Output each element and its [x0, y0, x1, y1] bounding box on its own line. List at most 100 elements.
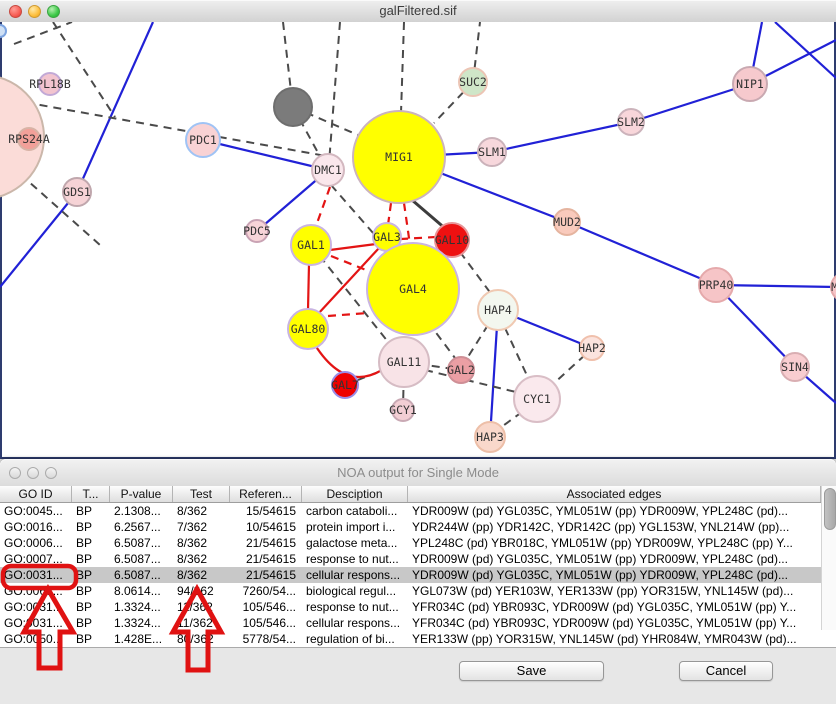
table-cell[interactable]: response to nut... [302, 599, 408, 615]
table-cell[interactable]: biological regul... [302, 583, 408, 599]
table-cell[interactable]: GO:0065... [0, 583, 72, 599]
table-cell[interactable]: 105/546... [230, 599, 302, 615]
table-cell[interactable]: 1.3324... [110, 615, 173, 631]
table-cell[interactable]: BP [72, 615, 110, 631]
table-row[interactable]: GO:0031...BP1.3324...11/362105/546...res… [0, 599, 836, 615]
table-row[interactable]: GO:0031...BP1.3324...11/362105/546...cel… [0, 615, 836, 631]
table-cell[interactable]: 80/362 [173, 631, 230, 647]
column-header-go-id[interactable]: GO ID [0, 486, 72, 502]
table-cell[interactable]: 21/54615 [230, 551, 302, 567]
table-cell[interactable]: BP [72, 567, 110, 583]
noa-output-window: NOA output for Single Mode GO IDT...P-va… [0, 459, 836, 704]
table-cell[interactable]: GO:0050... [0, 631, 72, 647]
table-cell[interactable]: response to nut... [302, 551, 408, 567]
table-cell[interactable]: BP [72, 503, 110, 519]
node-label-GCY1: GCY1 [389, 403, 417, 417]
table-cell[interactable]: 8.0614... [110, 583, 173, 599]
save-button[interactable]: Save [459, 661, 604, 681]
table-cell[interactable]: GO:0006... [0, 535, 72, 551]
table-cell[interactable]: 8/362 [173, 567, 230, 583]
table-cell[interactable]: 1.428E... [110, 631, 173, 647]
noa-window-title: NOA output for Single Mode [0, 459, 836, 486]
network-edge [775, 22, 836, 78]
table-cell[interactable]: BP [72, 535, 110, 551]
table-cell[interactable]: 7260/54... [230, 583, 302, 599]
table-cell[interactable]: YFR034C (pd) YBR093C, YDR009W (pd) YGL03… [408, 615, 821, 631]
node-label-MUD2: MUD2 [553, 215, 581, 229]
table-cell[interactable]: 7/362 [173, 519, 230, 535]
table-cell[interactable]: 10/54615 [230, 519, 302, 535]
table-cell[interactable]: 6.5087... [110, 535, 173, 551]
table-cell[interactable]: galactose meta... [302, 535, 408, 551]
scrollbar-thumb[interactable] [824, 488, 836, 530]
table-cell[interactable]: BP [72, 599, 110, 615]
table-cell[interactable]: 8/362 [173, 535, 230, 551]
table-cell[interactable]: 21/54615 [230, 535, 302, 551]
column-header-t[interactable]: T... [72, 486, 110, 502]
table-row[interactable]: GO:0031...BP6.5087...8/36221/54615cellul… [0, 567, 836, 583]
table-cell[interactable]: YGL073W (pd) YER103W, YER133W (pp) YOR31… [408, 583, 821, 599]
table-cell[interactable]: BP [72, 519, 110, 535]
table-cell[interactable]: protein import i... [302, 519, 408, 535]
node-unlabeled-gray[interactable] [274, 88, 312, 126]
table-cell[interactable]: YDR009W (pd) YGL035C, YML051W (pp) YDR00… [408, 551, 821, 567]
table-cell[interactable]: YDR009W (pd) YGL035C, YML051W (pp) YDR00… [408, 503, 821, 519]
node-label-SLM1: SLM1 [478, 145, 506, 159]
table-cell[interactable]: GO:0007... [0, 551, 72, 567]
table-cell[interactable]: 105/546... [230, 615, 302, 631]
table-cell[interactable]: 1.3324... [110, 599, 173, 615]
table-cell[interactable]: GO:0016... [0, 519, 72, 535]
table-cell[interactable]: 21/54615 [230, 567, 302, 583]
node-edge-clipped[interactable] [0, 25, 6, 37]
table-cell[interactable]: GO:0045... [0, 503, 72, 519]
table-cell[interactable]: 6.5087... [110, 551, 173, 567]
column-header-test[interactable]: Test [173, 486, 230, 502]
network-canvas[interactable]: RPL18BRPS24APDC1GDS1PDC5DMC1SUC2MIG1SLM1… [0, 22, 836, 459]
table-cell[interactable]: 94/362 [173, 583, 230, 599]
noa-window-titlebar[interactable]: NOA output for Single Mode [0, 459, 836, 487]
table-cell[interactable]: 8/362 [173, 503, 230, 519]
table-cell[interactable]: GO:0031... [0, 567, 72, 583]
table-cell[interactable]: 11/362 [173, 615, 230, 631]
table-row[interactable]: GO:0016...BP6.2567...7/36210/54615protei… [0, 519, 836, 535]
table-cell[interactable]: 8/362 [173, 551, 230, 567]
table-row[interactable]: GO:0006...BP6.5087...8/36221/54615galact… [0, 535, 836, 551]
table-cell[interactable]: cellular respons... [302, 567, 408, 583]
network-window-titlebar[interactable]: galFiltered.sif [0, 0, 836, 23]
column-header-associated-edges[interactable]: Associated edges [408, 486, 821, 502]
table-cell[interactable]: GO:0031... [0, 615, 72, 631]
table-cell[interactable]: carbon cataboli... [302, 503, 408, 519]
table-cell[interactable]: GO:0031... [0, 599, 72, 615]
table-cell[interactable]: YDR244W (pp) YDR142C, YDR142C (pp) YGL15… [408, 519, 821, 535]
node-label-GAL1: GAL1 [297, 238, 325, 252]
table-cell[interactable]: 15/54615 [230, 503, 302, 519]
column-header-desciption[interactable]: Desciption [302, 486, 408, 502]
table-cell[interactable]: BP [72, 551, 110, 567]
table-cell[interactable]: YPL248C (pd) YBR018C, YML051W (pp) YDR00… [408, 535, 821, 551]
table-cell[interactable]: 2.1308... [110, 503, 173, 519]
network-edge [631, 84, 750, 122]
table-cell[interactable]: BP [72, 631, 110, 647]
table-cell[interactable]: 5778/54... [230, 631, 302, 647]
table-cell[interactable]: YFR034C (pd) YBR093C, YDR009W (pd) YGL03… [408, 599, 821, 615]
table-cell[interactable]: YDR009W (pd) YGL035C, YML051W (pp) YDR00… [408, 567, 821, 583]
table-cell[interactable]: BP [72, 583, 110, 599]
table-row[interactable]: GO:0007...BP6.5087...8/36221/54615respon… [0, 551, 836, 567]
table-cell[interactable]: 11/362 [173, 599, 230, 615]
table-cell[interactable]: regulation of bi... [302, 631, 408, 647]
node-label-NIP1: NIP1 [736, 77, 764, 91]
node-label-HAP3: HAP3 [476, 430, 504, 444]
table-row[interactable]: GO:0045...BP2.1308...8/36215/54615carbon… [0, 503, 836, 519]
column-header-p-value[interactable]: P-value [110, 486, 173, 502]
column-header-referen[interactable]: Referen... [230, 486, 302, 502]
table-cell[interactable]: cellular respons... [302, 615, 408, 631]
network-edge [328, 313, 368, 316]
table-cell[interactable]: YER133W (pp) YOR315W, YNL145W (pd) YHR08… [408, 631, 821, 647]
table-row[interactable]: GO:0065...BP8.0614...94/3627260/54...bio… [0, 583, 836, 599]
table-cell[interactable]: 6.2567... [110, 519, 173, 535]
table-row[interactable]: GO:0050...BP1.428E...80/3625778/54...reg… [0, 631, 836, 647]
cancel-button[interactable]: Cancel [679, 661, 773, 681]
table-cell[interactable]: 6.5087... [110, 567, 173, 583]
network-edge [401, 22, 404, 113]
vertical-scrollbar[interactable] [821, 486, 836, 630]
